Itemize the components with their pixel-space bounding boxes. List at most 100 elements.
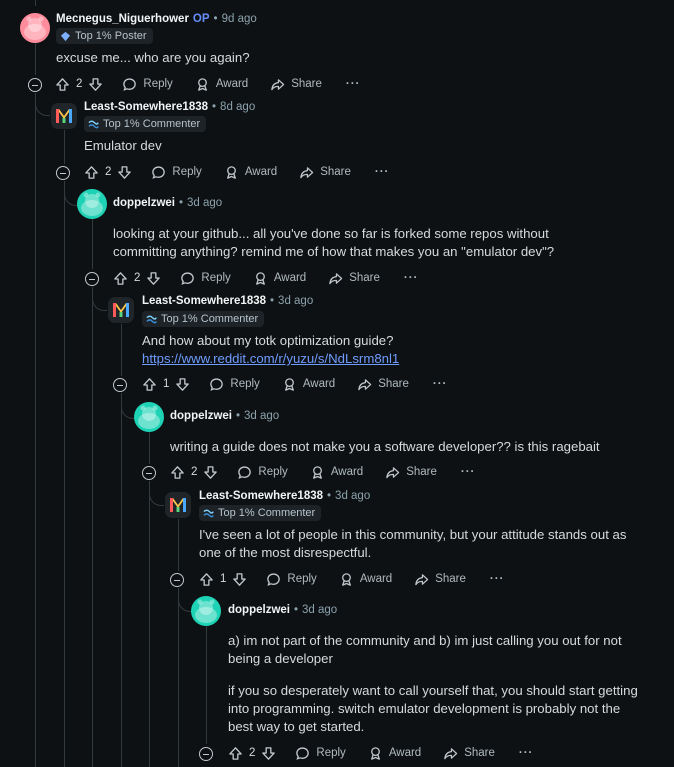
share-button[interactable]: Share [385,465,437,480]
downvote-icon[interactable] [146,271,161,286]
author-name[interactable]: doppelzwei [170,410,232,422]
award-button[interactable]: Award [253,271,306,286]
comment-paragraph: looking at your github... all you've don… [113,226,555,259]
more-options-button[interactable]: ··· [433,378,448,390]
author-name[interactable]: doppelzwei [113,197,175,209]
reply-button[interactable]: Reply [266,572,317,587]
share-button[interactable]: Share [299,165,351,180]
flair-text: Top 1% Commenter [161,313,259,325]
collapse-thread-button[interactable] [113,378,127,392]
comment-body: writing a guide does not make you a soft… [170,438,600,456]
collapse-thread-button[interactable] [28,78,42,92]
share-label: Share [349,272,380,284]
timestamp[interactable]: 3d ago [335,490,370,502]
op-badge: OP [192,13,210,25]
snoo-avatar-icon [134,402,164,432]
more-options-button[interactable]: ··· [346,78,361,90]
vote-count: 2 [191,466,198,478]
upvote-icon[interactable] [113,271,128,286]
award-label: Award [359,573,393,585]
reply-icon [266,572,281,587]
author-name[interactable]: doppelzwei [228,604,290,616]
award-button[interactable]: Award [339,572,392,587]
avatar[interactable] [51,103,77,129]
more-options-button[interactable]: ··· [519,747,534,759]
downvote-icon[interactable] [203,465,218,480]
upvote-icon[interactable] [142,377,157,392]
collapse-thread-button[interactable] [199,747,213,761]
upvote-icon[interactable] [55,77,70,92]
downvote-icon[interactable] [232,572,247,587]
author-name[interactable]: Mecnegus_Niguerhower [56,13,189,25]
award-button[interactable]: Award [368,746,421,761]
share-label: Share [291,78,322,90]
reply-button[interactable]: Reply [180,271,231,286]
avatar[interactable] [108,297,134,323]
reply-icon [209,377,224,392]
reply-button[interactable]: Reply [122,77,173,92]
more-options-button[interactable]: ··· [490,573,505,585]
award-button[interactable]: Award [282,377,335,392]
award-button[interactable]: Award [195,77,248,92]
comment-body: a) im not part of the community and b) i… [228,632,648,736]
upvote-icon[interactable] [84,165,99,180]
timestamp[interactable]: 3d ago [278,295,313,307]
comment-link[interactable]: https://www.reddit.com/r/yuzu/s/NdLsrm8n… [142,351,399,366]
share-button[interactable]: Share [270,77,322,92]
collapse-thread-button[interactable] [170,573,184,587]
timestamp[interactable]: 8d ago [220,101,255,113]
separator: • [178,197,184,209]
author-name[interactable]: Least-Somewhere1838 [142,295,266,307]
award-button[interactable]: Award [224,165,277,180]
more-options-button[interactable]: ··· [461,466,476,478]
vote-count: 2 [249,747,256,759]
award-label: Award [273,272,307,284]
reply-icon [237,465,252,480]
reply-label: Reply [143,78,173,90]
upvote-icon[interactable] [170,465,185,480]
comment-actions: 2 Reply Award Share ··· [55,74,360,94]
reply-icon [180,271,195,286]
award-icon [282,377,297,392]
author-name[interactable]: Least-Somewhere1838 [199,490,323,502]
separator: • [327,490,332,502]
downvote-icon[interactable] [261,746,276,761]
reply-button[interactable]: Reply [237,465,288,480]
share-button[interactable]: Share [357,377,409,392]
avatar[interactable] [77,189,107,219]
collapse-thread-button[interactable] [56,166,70,180]
share-icon [299,165,314,180]
reply-button[interactable]: Reply [209,377,260,392]
award-button[interactable]: Award [310,465,363,480]
award-label: Award [388,747,422,759]
avatar[interactable] [20,13,50,43]
share-button[interactable]: Share [328,271,380,286]
downvote-icon[interactable] [117,165,132,180]
timestamp[interactable]: 3d ago [244,410,279,422]
reply-button[interactable]: Reply [295,746,346,761]
avatar[interactable] [134,402,164,432]
more-options-button[interactable]: ··· [375,166,390,178]
comment-meta: Least-Somewhere1838 • 8d ago [84,101,255,113]
more-options-button[interactable]: ··· [404,272,419,284]
share-button[interactable]: Share [414,572,466,587]
timestamp[interactable]: 3d ago [302,604,337,616]
downvote-icon[interactable] [175,377,190,392]
author-name[interactable]: Least-Somewhere1838 [84,101,208,113]
flair-text: Top 1% Commenter [103,118,201,130]
collapse-thread-button[interactable] [142,466,156,480]
downvote-icon[interactable] [88,77,103,92]
upvote-icon[interactable] [228,746,243,761]
reply-icon [122,77,137,92]
avatar[interactable] [191,596,221,626]
separator: • [235,410,241,422]
reply-button[interactable]: Reply [151,165,202,180]
collapse-thread-button[interactable] [85,272,99,286]
share-button[interactable]: Share [443,746,495,761]
timestamp[interactable]: 3d ago [187,197,222,209]
timestamp[interactable]: 9d ago [222,13,257,25]
avatar[interactable] [165,492,191,518]
award-icon [195,77,210,92]
comment-paragraph: excuse me... who are you again? [56,50,250,65]
upvote-icon[interactable] [199,572,214,587]
